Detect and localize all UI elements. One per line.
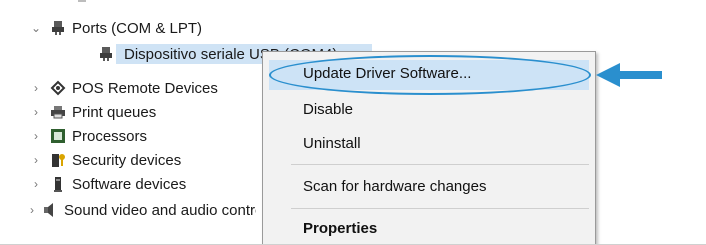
highlight-ring — [269, 55, 591, 95]
tree-item-processors[interactable]: › Processors — [30, 125, 147, 147]
security-key-icon — [50, 152, 66, 168]
menu-item-uninstall[interactable]: Uninstall — [303, 135, 361, 152]
tree-item-label: Security devices — [72, 151, 182, 169]
pos-device-icon — [50, 80, 66, 96]
processor-icon — [50, 128, 66, 144]
menu-item-scan-hardware[interactable]: Scan for hardware changes — [303, 178, 486, 195]
menu-item-disable[interactable]: Disable — [303, 101, 353, 118]
tree-item-security-devices[interactable]: › Security devices — [30, 149, 181, 171]
tree-item-sound-video-audio[interactable]: › Sound video and audio controllers — [30, 199, 256, 221]
chevron-right-icon[interactable]: › — [30, 129, 42, 143]
speaker-icon — [42, 202, 58, 218]
port-icon — [98, 46, 114, 62]
menu-separator — [291, 164, 589, 165]
chevron-right-icon[interactable]: › — [30, 177, 42, 191]
chevron-right-icon[interactable]: › — [30, 105, 42, 119]
tree-item-label: Software devices — [72, 175, 187, 193]
port-icon — [50, 20, 66, 36]
menu-separator — [291, 208, 589, 209]
tree-item-label: Ports (COM & LPT) — [72, 19, 203, 37]
tree-item-label: Sound video and audio controllers — [64, 201, 256, 219]
tree-item-label: Print queues — [72, 103, 157, 121]
printer-icon — [50, 104, 66, 120]
chevron-right-icon[interactable]: › — [30, 81, 42, 95]
tree-item-ports[interactable]: ⌄ Ports (COM & LPT) — [30, 17, 202, 39]
chevron-right-icon[interactable]: › — [30, 203, 34, 217]
window-top-edge — [0, 0, 706, 9]
arrow-left-icon — [596, 62, 676, 88]
chevron-down-icon[interactable]: ⌄ — [30, 21, 42, 35]
software-device-icon — [50, 176, 66, 192]
chevron-right-icon[interactable]: › — [30, 153, 42, 167]
tree-item-label: POS Remote Devices — [72, 79, 218, 97]
tree-item-print-queues[interactable]: › Print queues — [30, 101, 156, 123]
tree-item-label: Processors — [72, 127, 148, 145]
tree-line-stub — [78, 0, 86, 2]
tree-item-pos-remote-devices[interactable]: › POS Remote Devices — [30, 77, 218, 99]
menu-item-properties[interactable]: Properties — [303, 220, 377, 237]
tree-item-software-devices[interactable]: › Software devices — [30, 173, 186, 195]
